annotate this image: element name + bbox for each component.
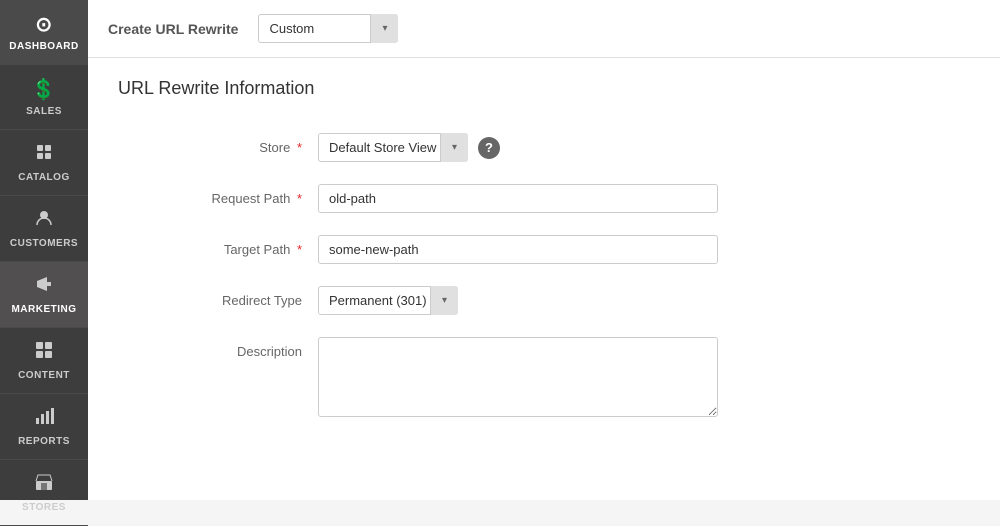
redirect-type-select-wrapper: No Temporary (302) Permanent (301) ▾ xyxy=(318,286,458,315)
content-icon xyxy=(34,340,54,366)
sidebar-item-label: REPORTS xyxy=(18,436,70,447)
form-area: URL Rewrite Information Store * Default … xyxy=(88,58,1000,459)
store-label: Store * xyxy=(118,133,318,155)
store-help-icon[interactable]: ? xyxy=(478,137,500,159)
sidebar-item-label: CUSTOMERS xyxy=(10,238,78,249)
create-type-select-wrapper: Custom For product For category For CMS … xyxy=(258,14,398,43)
sidebar-item-customers[interactable]: CUSTOMERS xyxy=(0,196,88,262)
sidebar-item-label: SALES xyxy=(26,106,62,117)
marketing-icon xyxy=(34,274,54,300)
sidebar-item-label: CONTENT xyxy=(18,370,70,381)
reports-icon xyxy=(34,406,54,432)
main-content: Create URL Rewrite Custom For product Fo… xyxy=(88,0,1000,500)
required-star: * xyxy=(297,140,302,155)
request-path-label: Request Path * xyxy=(118,184,318,206)
sidebar-item-reports[interactable]: REPORTS xyxy=(0,394,88,460)
required-star: * xyxy=(297,242,302,257)
required-star: * xyxy=(297,191,302,206)
sidebar-item-stores[interactable]: STORES xyxy=(0,460,88,526)
sales-icon: 💲 xyxy=(31,77,56,102)
create-type-select[interactable]: Custom For product For category For CMS … xyxy=(258,14,398,43)
sidebar: ⊙ DASHBOARD 💲 SALES CATALOG CUSTOMERS MA… xyxy=(0,0,88,500)
sidebar-item-content[interactable]: CONTENT xyxy=(0,328,88,394)
catalog-icon xyxy=(34,142,54,168)
sidebar-item-label: STORES xyxy=(22,502,66,513)
section-title: URL Rewrite Information xyxy=(118,78,970,109)
topbar-title: Create URL Rewrite xyxy=(108,21,238,37)
description-label: Description xyxy=(118,337,318,359)
target-path-field xyxy=(318,235,918,264)
target-path-row: Target Path * xyxy=(118,235,918,264)
redirect-type-select[interactable]: No Temporary (302) Permanent (301) xyxy=(318,286,458,315)
topbar: Create URL Rewrite Custom For product Fo… xyxy=(88,0,1000,58)
sidebar-item-sales[interactable]: 💲 SALES xyxy=(0,65,88,130)
redirect-type-row: Redirect Type No Temporary (302) Permane… xyxy=(118,286,918,315)
customers-icon xyxy=(34,208,54,234)
request-path-input[interactable] xyxy=(318,184,718,213)
store-field: Default Store View ▾ ? xyxy=(318,133,918,162)
store-select[interactable]: Default Store View xyxy=(318,133,468,162)
description-textarea[interactable] xyxy=(318,337,718,417)
description-field xyxy=(318,337,918,417)
sidebar-item-catalog[interactable]: CATALOG xyxy=(0,130,88,196)
store-row: Store * Default Store View ▾ ? xyxy=(118,133,918,162)
sidebar-item-dashboard[interactable]: ⊙ DASHBOARD xyxy=(0,0,88,65)
sidebar-item-marketing[interactable]: MARKETING xyxy=(0,262,88,328)
sidebar-item-label: DASHBOARD xyxy=(9,41,79,52)
sidebar-item-label: CATALOG xyxy=(18,172,69,183)
target-path-input[interactable] xyxy=(318,235,718,264)
stores-icon xyxy=(34,472,54,498)
dashboard-icon: ⊙ xyxy=(35,12,52,37)
request-path-field xyxy=(318,184,918,213)
redirect-type-label: Redirect Type xyxy=(118,286,318,308)
redirect-type-field: No Temporary (302) Permanent (301) ▾ xyxy=(318,286,918,315)
store-select-wrapper: Default Store View ▾ xyxy=(318,133,468,162)
description-row: Description xyxy=(118,337,918,417)
request-path-row: Request Path * xyxy=(118,184,918,213)
sidebar-item-label: MARKETING xyxy=(11,304,76,315)
target-path-label: Target Path * xyxy=(118,235,318,257)
